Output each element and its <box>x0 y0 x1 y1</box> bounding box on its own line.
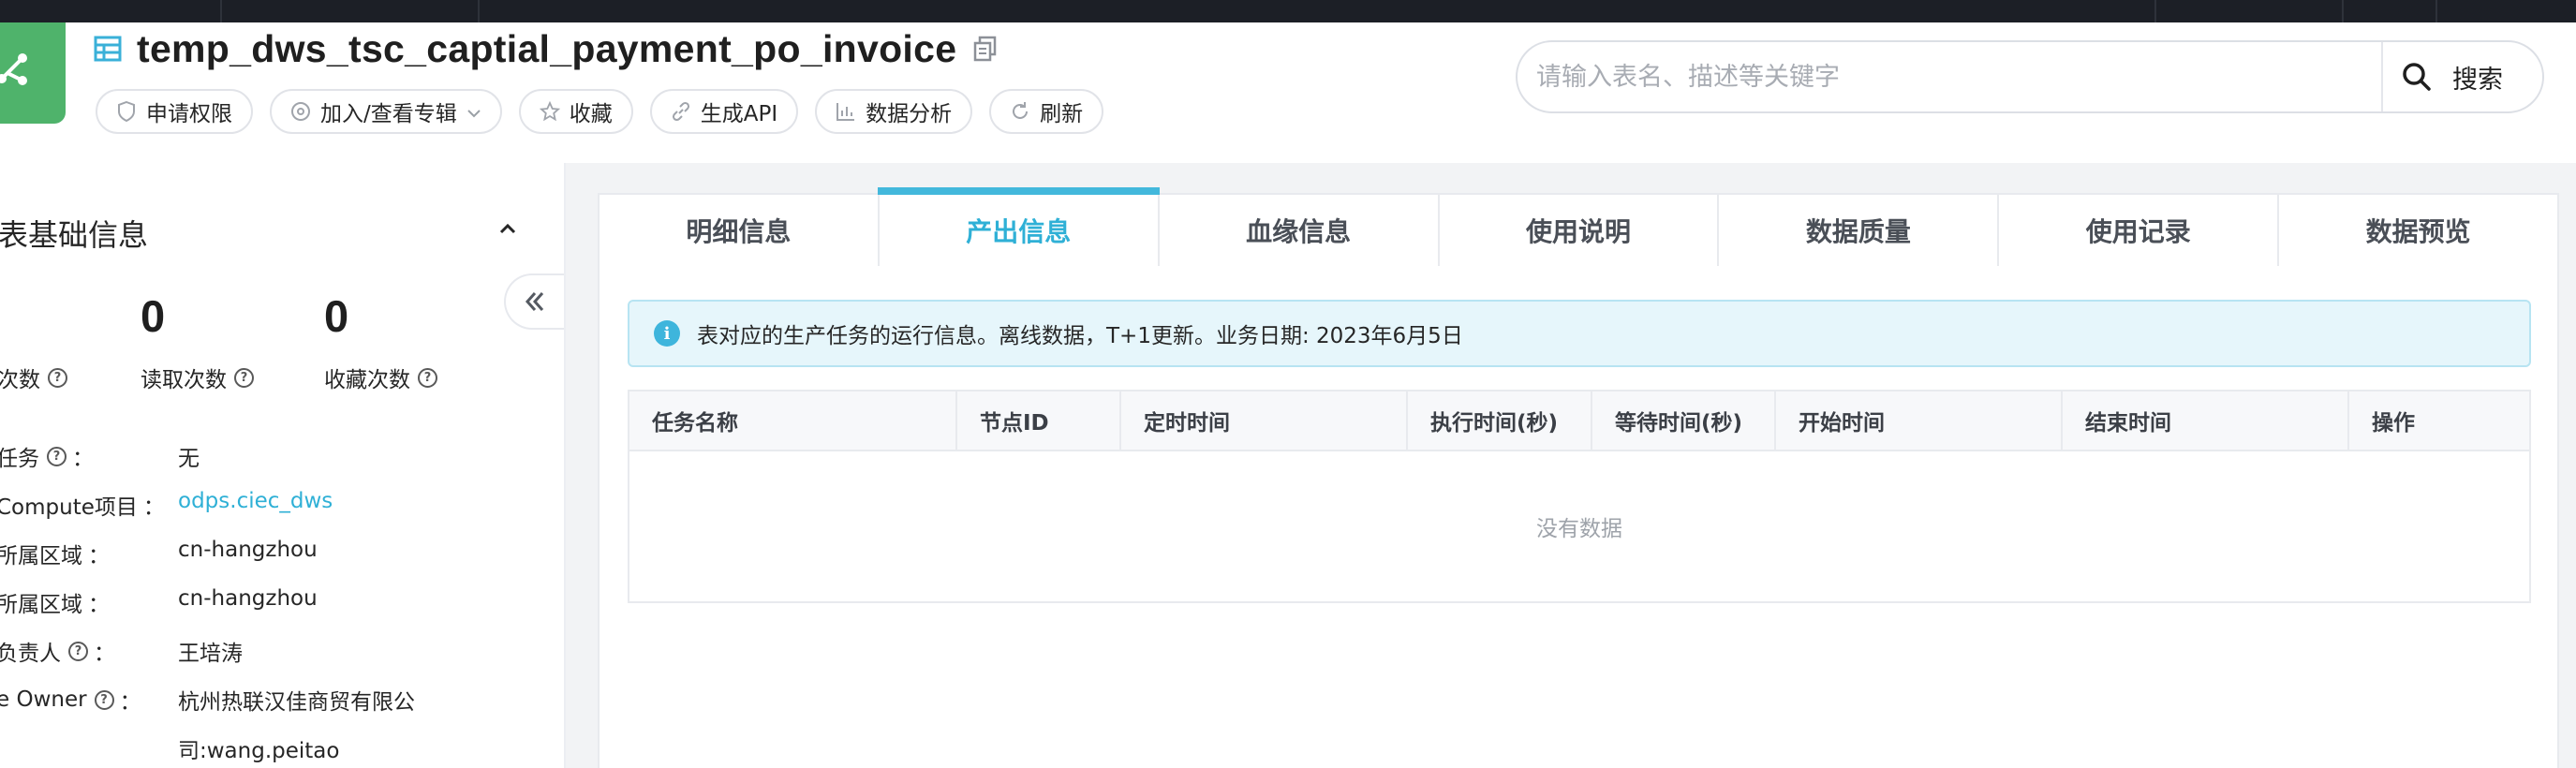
help-icon[interactable]: ? <box>94 689 114 710</box>
double-chevron-left-icon <box>525 292 544 311</box>
data-analysis-label: 数据分析 <box>866 102 953 126</box>
info-value-owner: 王培涛 <box>178 642 243 666</box>
generate-api-button[interactable]: 生成API <box>649 89 799 134</box>
info-notice-text: 表对应的生产任务的运行信息。离线数据，T+1更新。业务日期: 2023年6月5日 <box>697 324 1463 348</box>
output-info-panel: i 表对应的生产任务的运行信息。离线数据，T+1更新。业务日期: 2023年6月… <box>598 266 2559 768</box>
info-label-text: Compute项目 <box>0 495 138 520</box>
apply-permission-button[interactable]: 申请权限 <box>96 89 253 134</box>
favorite-label: 收藏 <box>569 102 613 126</box>
apply-permission-label: 申请权限 <box>146 102 232 126</box>
info-label-owner: 负责人?： <box>0 635 115 667</box>
stat-label-text: 次数 <box>0 368 40 392</box>
chevron-down-icon <box>466 99 481 124</box>
lineage-icon <box>0 53 27 85</box>
section-title: 表基础信息 <box>0 217 149 253</box>
tab-output-info[interactable]: 产出信息 <box>877 187 1160 266</box>
info-icon: i <box>654 320 680 347</box>
tab-detail-info[interactable]: 明细信息 <box>600 195 880 266</box>
col-task-name: 任务名称 <box>629 391 957 450</box>
info-label-text: 所属区域 <box>0 593 82 617</box>
col-actions: 操作 <box>2372 411 2415 436</box>
chevron-up-icon[interactable] <box>495 215 521 242</box>
table-header: temp_dws_tsc_captial_payment_po_invoice … <box>0 22 2576 163</box>
stat-label: 次数? <box>0 362 67 393</box>
col-wait-seconds: 等待时间(秒) <box>1592 391 1776 450</box>
link-icon <box>671 101 691 122</box>
help-icon[interactable]: ? <box>68 641 88 661</box>
detail-tabs: 明细信息 产出信息 血缘信息 使用说明 数据质量 使用记录 数据预览 <box>598 187 2559 268</box>
search-button[interactable]: 搜索 <box>2402 42 2542 111</box>
album-label: 加入/查看专辑 <box>320 102 457 126</box>
favorite-count-label-text: 收藏次数 <box>324 368 410 392</box>
tab-usage-records[interactable]: 使用记录 <box>1999 195 2280 266</box>
copy-icon[interactable] <box>973 36 998 62</box>
col-end-time: 结束时间 <box>2063 391 2349 450</box>
action-toolbar: 申请权限 加入/查看专辑 收藏 生成API 数据分析 刷新 <box>96 89 1104 134</box>
help-icon[interactable]: ? <box>234 367 254 388</box>
info-value-region-2: cn-hangzhou <box>178 586 318 611</box>
col-node-id: 节点ID <box>957 391 1121 450</box>
col-exec-seconds: 执行时间(秒) <box>1408 391 1592 450</box>
generate-api-label: 生成API <box>700 102 778 126</box>
info-label-text: 任务 <box>0 447 39 471</box>
info-label-text: e Owner <box>0 687 87 712</box>
info-label-table-owner: e Owner?： <box>0 684 141 716</box>
collapse-sidebar-button[interactable] <box>504 273 564 330</box>
bar-chart-icon <box>836 101 856 122</box>
task-table: 任务名称 节点ID 定时时间 执行时间(秒) 等待时间(秒) 开始时间 结束时间… <box>628 390 2531 603</box>
tab-data-preview[interactable]: 数据预览 <box>2279 195 2557 266</box>
compute-project-link[interactable]: odps.ciec_dws <box>178 489 333 513</box>
favorite-button[interactable]: 收藏 <box>518 89 633 134</box>
favorite-count-value: 0 <box>324 291 349 341</box>
refresh-icon <box>1010 101 1030 122</box>
data-analysis-button[interactable]: 数据分析 <box>815 89 973 134</box>
info-value-table-owner: 杭州热联汉佳商贸有限公 <box>178 690 415 715</box>
info-label-region: 所属区域： <box>0 538 110 569</box>
read-count-label-text: 读取次数 <box>141 368 227 392</box>
info-label-compute-project: Compute项目： <box>0 489 165 521</box>
favorite-count-label: 收藏次数? <box>324 362 437 393</box>
refresh-button[interactable]: 刷新 <box>989 89 1104 134</box>
tab-usage-guide[interactable]: 使用说明 <box>1440 195 1720 266</box>
star-icon <box>539 101 560 122</box>
table-icon <box>94 36 122 62</box>
search-box: 搜索 <box>1516 40 2544 113</box>
table-header-row: 任务名称 节点ID 定时时间 执行时间(秒) 等待时间(秒) 开始时间 结束时间… <box>629 391 2529 451</box>
search-icon <box>2403 63 2431 91</box>
info-value-table-owner-line2: 司:wang.peitao <box>178 739 340 763</box>
col-start-time: 开始时间 <box>1776 391 2063 450</box>
info-label-region-2: 所属区域： <box>0 586 110 618</box>
album-icon <box>290 101 311 122</box>
tab-lineage[interactable]: 血缘信息 <box>1160 195 1440 266</box>
help-icon[interactable]: ? <box>47 446 67 466</box>
app-logo[interactable] <box>0 22 66 124</box>
info-value-task: 无 <box>178 447 200 471</box>
empty-state: 没有数据 <box>1536 517 1622 541</box>
info-label-text: 所属区域 <box>0 544 82 569</box>
info-label-text: 负责人 <box>0 642 61 666</box>
shield-icon <box>116 101 137 122</box>
refresh-label: 刷新 <box>1040 102 1084 126</box>
read-count-label: 读取次数? <box>141 362 254 393</box>
search-divider <box>2381 42 2383 111</box>
info-value-region: cn-hangzhou <box>178 538 318 562</box>
read-count-value: 0 <box>141 291 166 341</box>
col-schedule-time: 定时时间 <box>1121 391 1408 450</box>
help-icon[interactable]: ? <box>418 367 437 388</box>
page-title: temp_dws_tsc_captial_payment_po_invoice <box>137 26 957 70</box>
help-icon[interactable]: ? <box>48 367 67 388</box>
info-notice: i 表对应的生产任务的运行信息。离线数据，T+1更新。业务日期: 2023年6月… <box>628 300 2531 367</box>
top-bar <box>0 0 2576 22</box>
album-button[interactable]: 加入/查看专辑 <box>270 89 502 134</box>
search-button-label: 搜索 <box>2452 65 2503 95</box>
sidebar-basic-info: 表基础信息 0 0 次数? 读取次数? 收藏次数? 任务?： 无 Compute… <box>0 163 566 768</box>
title-row: temp_dws_tsc_captial_payment_po_invoice <box>94 24 998 73</box>
tab-data-quality[interactable]: 数据质量 <box>1719 195 2000 266</box>
search-input[interactable] <box>1536 55 2379 98</box>
info-label-task: 任务?： <box>0 440 94 472</box>
